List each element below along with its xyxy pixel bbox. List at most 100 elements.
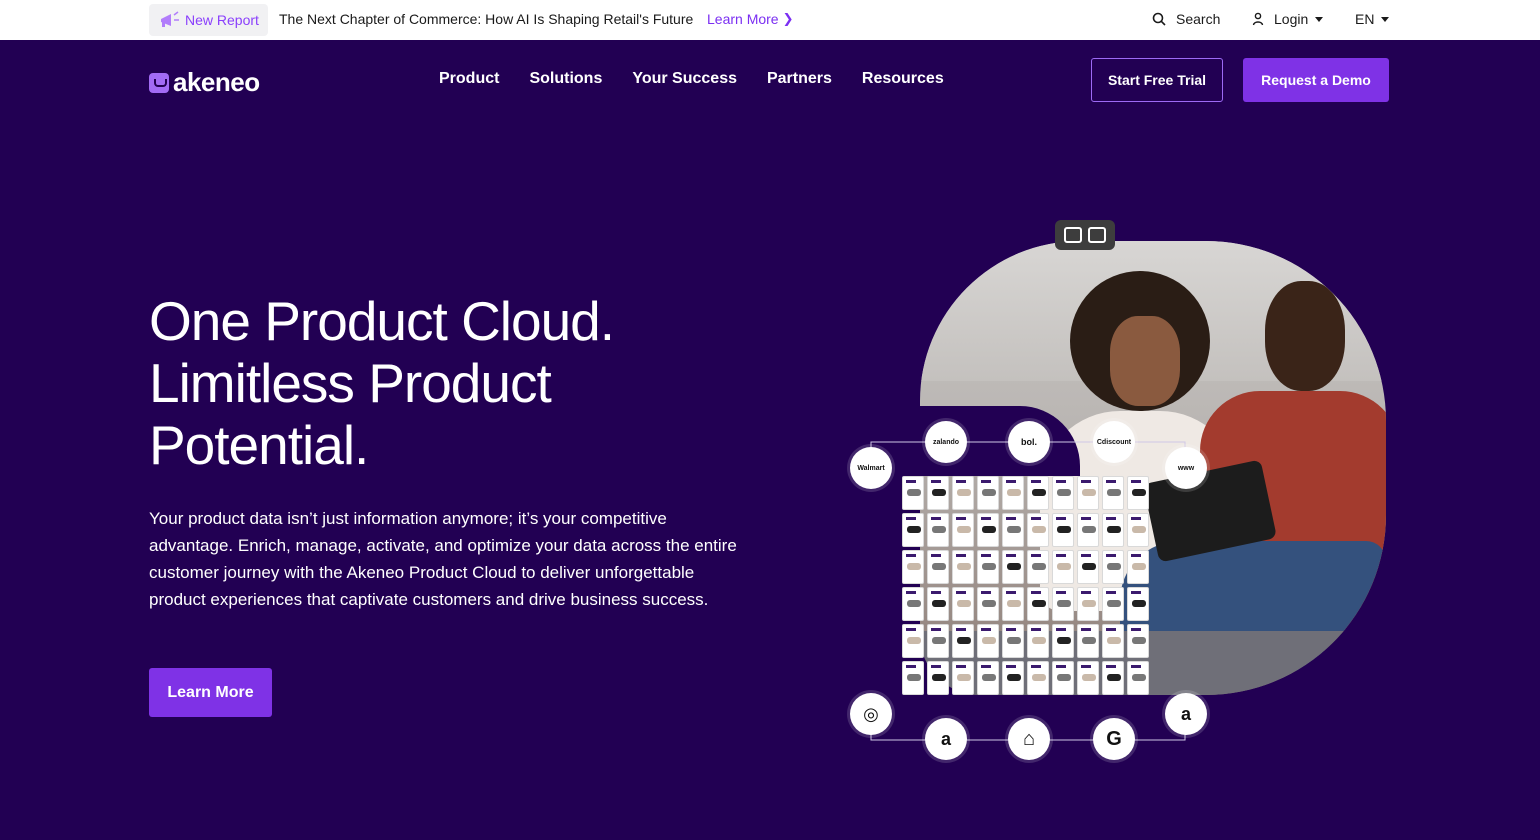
product-card [902, 476, 924, 510]
product-card [902, 624, 924, 658]
product-card [952, 550, 974, 584]
start-free-trial-button[interactable]: Start Free Trial [1091, 58, 1223, 102]
caret-down-icon [1315, 16, 1324, 22]
product-card [1027, 624, 1049, 658]
product-card [1002, 550, 1024, 584]
product-card [1052, 587, 1074, 621]
bol-node: bol. [1008, 421, 1050, 463]
zalando-node: zalando [925, 421, 967, 463]
badge-label: New Report [185, 12, 259, 28]
announcement-text: The Next Chapter of Commerce: How AI Is … [279, 11, 694, 27]
product-card [952, 587, 974, 621]
product-card [1052, 476, 1074, 510]
product-card [1027, 587, 1049, 621]
product-card [977, 550, 999, 584]
nav-item-solutions[interactable]: Solutions [529, 70, 602, 88]
product-card [1077, 624, 1099, 658]
logo-mark-icon [149, 72, 169, 93]
product-card [1027, 550, 1049, 584]
main-nav: Product Solutions Your Success Partners … [439, 70, 974, 88]
product-card [1052, 661, 1074, 695]
caret-down-icon [1381, 16, 1390, 22]
product-card [977, 661, 999, 695]
nav-item-product[interactable]: Product [439, 70, 499, 88]
amazon-circle-icon: a [1165, 693, 1207, 735]
product-card [977, 624, 999, 658]
product-card [1077, 661, 1099, 695]
product-card [1077, 550, 1099, 584]
product-card [1002, 587, 1024, 621]
product-card [1127, 587, 1149, 621]
hero-title-line-1: One Product Cloud. [149, 290, 615, 352]
product-card [977, 513, 999, 547]
search-label: Search [1176, 11, 1221, 27]
amazon-icon: a [925, 718, 967, 760]
product-card [1127, 513, 1149, 547]
new-report-badge[interactable]: New Report [149, 4, 268, 36]
product-card [1077, 513, 1099, 547]
product-card [977, 587, 999, 621]
product-card [902, 550, 924, 584]
announcement-link-label: Learn More [707, 11, 779, 27]
hero-description: Your product data isn’t just information… [149, 509, 737, 609]
product-card [927, 550, 949, 584]
search-icon [1152, 12, 1166, 26]
logo-text: akeneo [173, 67, 260, 97]
product-card [1027, 476, 1049, 510]
announcement-learn-more-link[interactable]: Learn More ❯ [707, 11, 794, 27]
product-card [1102, 476, 1124, 510]
hero-title: One Product Cloud. Limitless Product Pot… [149, 290, 769, 476]
hero-illustration: Walmart zalando bol. Cdiscount www ◎ a ⌂… [845, 218, 1395, 778]
chevron-right-icon: ❯ [782, 11, 794, 26]
product-card [902, 513, 924, 547]
product-card [1002, 476, 1024, 510]
product-card [1052, 624, 1074, 658]
instagram-icon: ◎ [850, 693, 892, 735]
product-card [1027, 513, 1049, 547]
product-card [927, 661, 949, 695]
product-card [1102, 624, 1124, 658]
product-card [1102, 550, 1124, 584]
product-card [1027, 661, 1049, 695]
hero-learn-more-button[interactable]: Learn More [149, 668, 272, 717]
product-grid [902, 476, 1156, 702]
product-card [902, 661, 924, 695]
akeneo-logo[interactable]: akeneo [149, 67, 260, 98]
megaphone-icon [161, 11, 179, 27]
product-card [927, 476, 949, 510]
google-icon: G [1093, 718, 1135, 760]
user-icon [1252, 12, 1264, 26]
product-card [977, 476, 999, 510]
product-card [902, 587, 924, 621]
request-demo-button[interactable]: Request a Demo [1243, 58, 1389, 102]
nav-item-partners[interactable]: Partners [767, 70, 832, 88]
product-card [1127, 550, 1149, 584]
nav-item-your-success[interactable]: Your Success [632, 70, 737, 88]
announcement-bar: New Report The Next Chapter of Commerce:… [0, 0, 1540, 40]
product-card [1127, 624, 1149, 658]
www-node: www [1165, 447, 1207, 489]
product-card [1077, 587, 1099, 621]
product-card [1077, 476, 1099, 510]
login-dropdown[interactable]: Login [1252, 11, 1324, 27]
product-card [927, 513, 949, 547]
product-card [1002, 624, 1024, 658]
hero-title-line-3: Potential. [149, 414, 369, 476]
product-card [952, 624, 974, 658]
walmart-node: Walmart [850, 447, 892, 489]
language-dropdown[interactable]: EN [1355, 11, 1390, 27]
hero-title-line-2: Limitless Product [149, 352, 552, 414]
product-card [1102, 661, 1124, 695]
nav-item-resources[interactable]: Resources [862, 70, 944, 88]
product-card [952, 513, 974, 547]
search-button[interactable]: Search [1152, 11, 1220, 27]
product-card [1127, 661, 1149, 695]
cdiscount-node: Cdiscount [1093, 421, 1135, 463]
product-card [1052, 550, 1074, 584]
language-label: EN [1355, 11, 1375, 27]
product-card [952, 476, 974, 510]
login-label: Login [1274, 11, 1309, 27]
product-card [927, 587, 949, 621]
product-card [1002, 513, 1024, 547]
product-card [1052, 513, 1074, 547]
